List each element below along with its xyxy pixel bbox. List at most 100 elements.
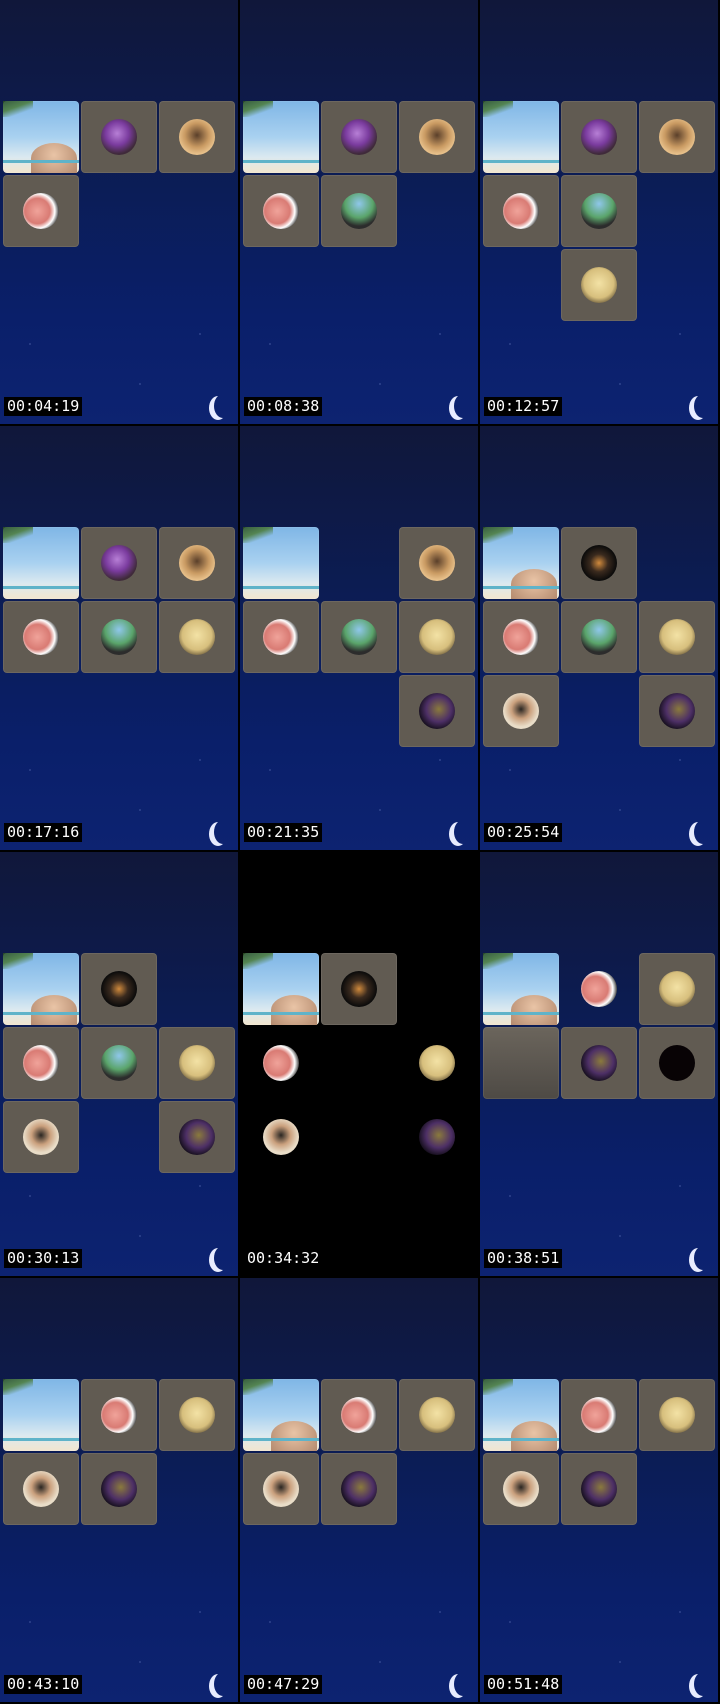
participant-tile[interactable] — [639, 1027, 715, 1099]
participant-tile[interactable] — [81, 101, 157, 173]
video-frame: 00:08:38 — [240, 0, 478, 424]
participant-tile[interactable] — [561, 175, 637, 247]
participant-tile[interactable] — [81, 601, 157, 673]
participant-tile[interactable] — [561, 527, 637, 599]
participant-tile[interactable] — [639, 101, 715, 173]
video-frame: 00:04:19 — [0, 0, 238, 424]
participant-tile[interactable] — [159, 601, 235, 673]
video-frame: 00:43:10 — [0, 1278, 238, 1702]
video-tile-beach[interactable] — [483, 101, 559, 173]
participant-tile[interactable] — [243, 601, 319, 673]
crescent-moon-icon — [454, 820, 472, 844]
timestamp-label: 00:30:13 — [4, 1249, 83, 1268]
crescent-moon-icon — [214, 820, 232, 844]
timestamp-label: 00:08:38 — [244, 397, 323, 416]
participant-tile[interactable] — [639, 953, 715, 1025]
participant-tile[interactable] — [3, 601, 79, 673]
video-tile-beach[interactable] — [483, 953, 559, 1025]
participant-tile[interactable] — [639, 675, 715, 747]
video-tile-beach[interactable] — [243, 527, 319, 599]
participant-tile[interactable] — [483, 1453, 559, 1525]
avatar-yellow-creature-icon — [659, 1397, 695, 1433]
participant-tile[interactable] — [483, 1027, 559, 1099]
participant-tile[interactable] — [243, 1101, 319, 1173]
avatar-train-tracks-icon — [101, 619, 137, 655]
video-tile-beach[interactable] — [3, 527, 79, 599]
avatar-dark-figure-icon — [341, 971, 377, 1007]
participant-face — [511, 1421, 557, 1451]
participant-tile[interactable] — [159, 1027, 235, 1099]
video-tile-beach[interactable] — [3, 1379, 79, 1451]
participant-tile[interactable] — [243, 1453, 319, 1525]
participant-tile[interactable] — [561, 953, 637, 1025]
participant-tile[interactable] — [3, 175, 79, 247]
participant-tile[interactable] — [159, 1379, 235, 1451]
avatar-poster-art-icon — [581, 1471, 617, 1507]
participant-tile[interactable] — [399, 601, 475, 673]
participant-tile[interactable] — [399, 675, 475, 747]
participant-tile[interactable] — [399, 1027, 475, 1099]
participant-tile[interactable] — [639, 601, 715, 673]
avatar-sunglasses-man-icon — [263, 1471, 299, 1507]
participant-tile[interactable] — [399, 101, 475, 173]
video-frame: 00:51:48 — [480, 1278, 718, 1702]
avatar-pink-face-icon — [581, 1397, 617, 1433]
avatar-yellow-creature-icon — [179, 1397, 215, 1433]
participant-tile[interactable] — [81, 1453, 157, 1525]
participant-tile[interactable] — [243, 1027, 319, 1099]
avatar-train-tracks-icon — [101, 1045, 137, 1081]
crescent-moon-icon — [694, 1246, 712, 1270]
video-tile-beach[interactable] — [3, 953, 79, 1025]
avatar-yellow-creature-icon — [659, 971, 695, 1007]
participant-tile[interactable] — [243, 175, 319, 247]
video-tile-beach[interactable] — [3, 101, 79, 173]
participant-tile[interactable] — [561, 1379, 637, 1451]
participant-tile[interactable] — [321, 175, 397, 247]
participant-tile[interactable] — [81, 1027, 157, 1099]
participant-tile[interactable] — [399, 1101, 475, 1173]
video-frame: 00:38:51 — [480, 852, 718, 1276]
participant-tile[interactable] — [159, 101, 235, 173]
participant-tile[interactable] — [483, 175, 559, 247]
avatar-yellow-creature-icon — [179, 619, 215, 655]
avatar-pink-face-icon — [23, 193, 59, 229]
avatar-pink-face-icon — [503, 619, 539, 655]
participant-tile[interactable] — [159, 527, 235, 599]
participant-tile[interactable] — [483, 675, 559, 747]
video-tile-beach[interactable] — [243, 101, 319, 173]
participant-tile[interactable] — [81, 1379, 157, 1451]
participant-face — [511, 995, 557, 1025]
participant-tile[interactable] — [399, 1379, 475, 1451]
participant-tile[interactable] — [639, 1379, 715, 1451]
avatar-yellow-creature-icon — [179, 1045, 215, 1081]
avatar-sunglasses-man-icon — [23, 1471, 59, 1507]
participant-tile[interactable] — [321, 101, 397, 173]
video-tile-beach[interactable] — [483, 1379, 559, 1451]
participant-tile[interactable] — [321, 1453, 397, 1525]
participant-tile[interactable] — [81, 953, 157, 1025]
participant-tile[interactable] — [561, 601, 637, 673]
avatar-long-hair-woman-icon — [179, 119, 215, 155]
video-tile-beach[interactable] — [483, 527, 559, 599]
participant-tile[interactable] — [321, 953, 397, 1025]
participant-tile[interactable] — [399, 527, 475, 599]
participant-tile[interactable] — [3, 1101, 79, 1173]
participant-tile[interactable] — [81, 527, 157, 599]
participant-tile[interactable] — [561, 249, 637, 321]
participant-tile[interactable] — [561, 1453, 637, 1525]
participant-tile[interactable] — [3, 1027, 79, 1099]
video-tile-beach[interactable] — [243, 1379, 319, 1451]
timestamp-label: 00:47:29 — [244, 1675, 323, 1694]
video-tile-beach[interactable] — [243, 953, 319, 1025]
crescent-moon-icon — [694, 394, 712, 418]
participant-tile[interactable] — [483, 601, 559, 673]
participant-tile[interactable] — [3, 1453, 79, 1525]
video-frame: 00:25:54 — [480, 426, 718, 850]
participant-tile[interactable] — [561, 101, 637, 173]
participant-tile[interactable] — [561, 1027, 637, 1099]
participant-tile[interactable] — [321, 601, 397, 673]
participant-tile[interactable] — [159, 1101, 235, 1173]
participant-tile[interactable] — [321, 1379, 397, 1451]
avatar-cartoon-purple-hat-icon — [101, 545, 137, 581]
timestamp-label: 00:17:16 — [4, 823, 83, 842]
